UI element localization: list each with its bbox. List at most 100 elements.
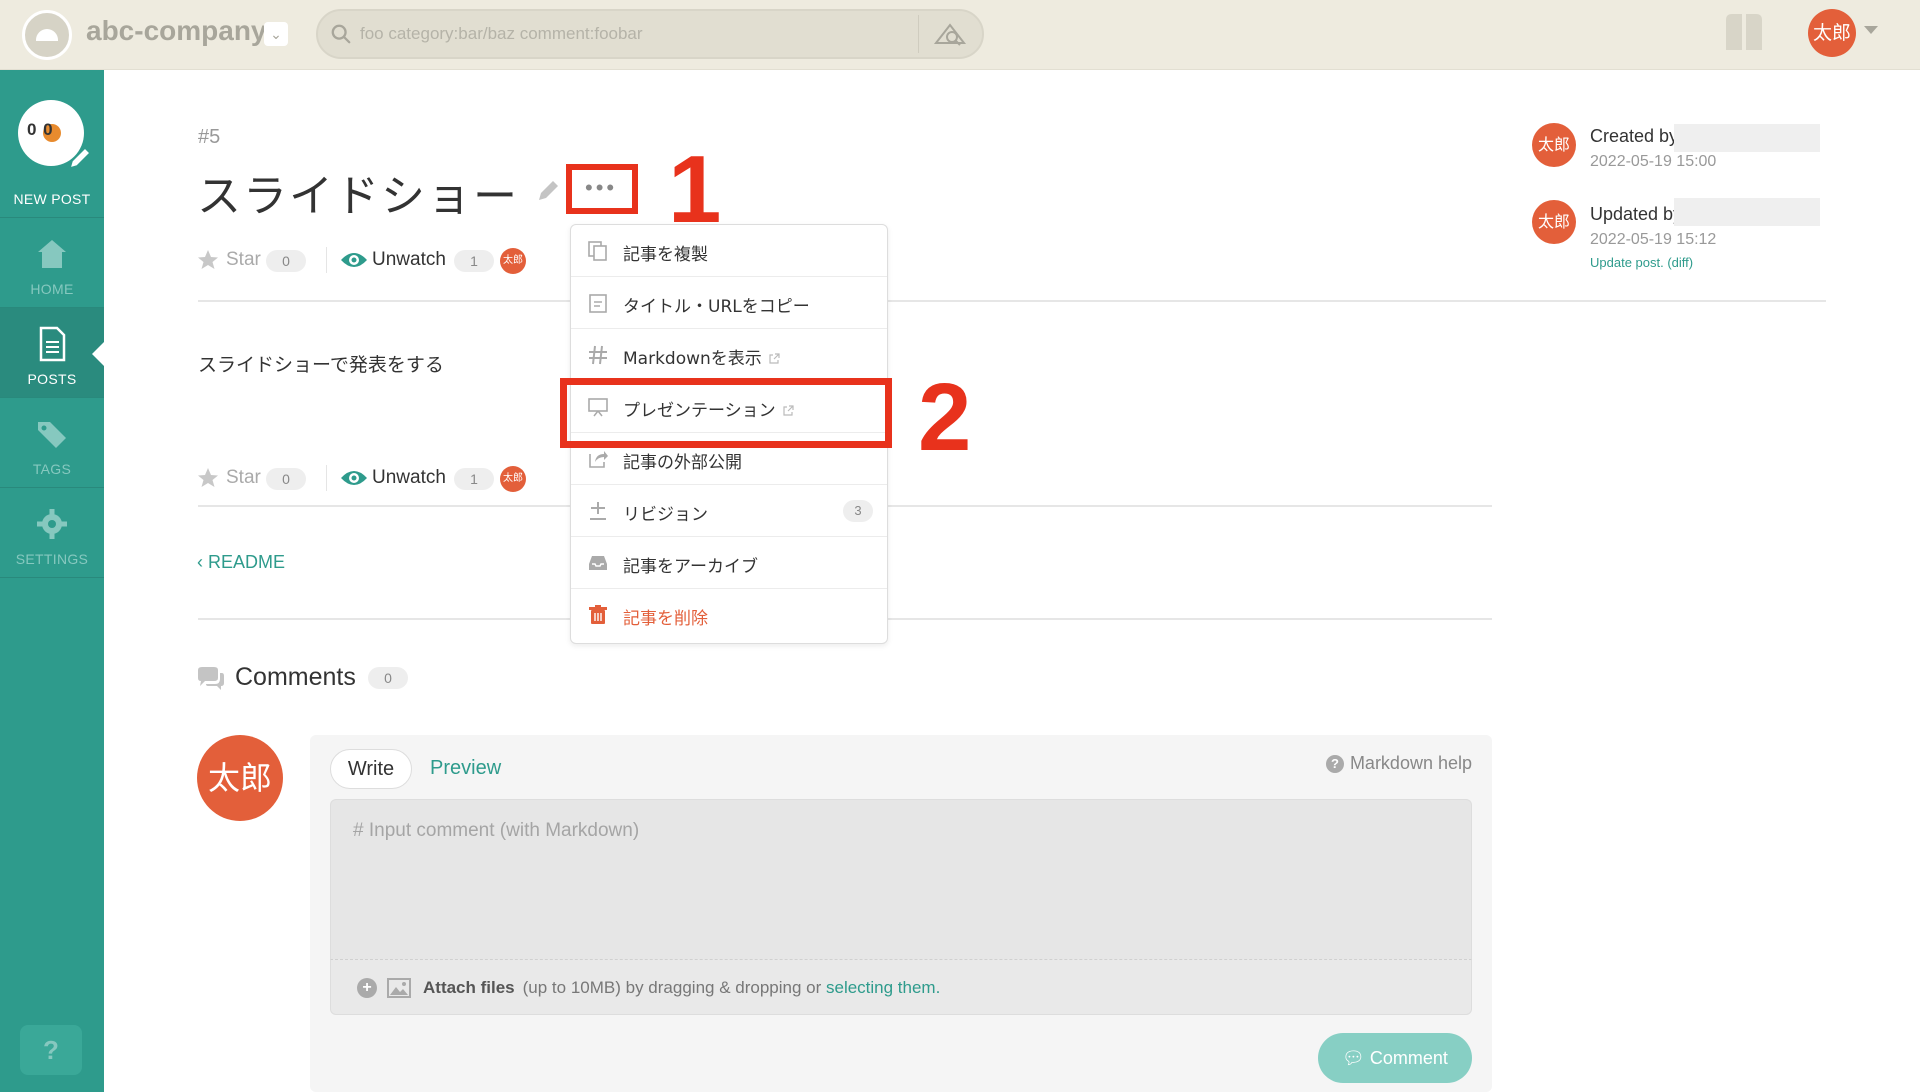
watch-count: 1 bbox=[454, 250, 494, 272]
markdown-help-label: Markdown help bbox=[1349, 753, 1472, 773]
advanced-search-icon[interactable] bbox=[932, 19, 968, 49]
plus-circle-icon[interactable]: + bbox=[357, 978, 377, 998]
updater-avatar[interactable]: 太郎 bbox=[1532, 200, 1576, 244]
home-icon bbox=[38, 240, 66, 268]
menu-item-delete[interactable]: 記事を削除 bbox=[571, 589, 887, 641]
team-switcher-chevron-icon[interactable]: ⌄ bbox=[264, 22, 288, 46]
eye-icon[interactable] bbox=[340, 467, 368, 489]
archive-icon bbox=[589, 556, 607, 570]
comment-submit-label: Comment bbox=[1369, 1048, 1448, 1068]
bookmark-icon[interactable] bbox=[1722, 10, 1766, 54]
menu-item-label: タイトル・URLをコピー bbox=[623, 297, 810, 317]
watcher-avatar[interactable]: 太郎 bbox=[500, 466, 526, 492]
trash-icon bbox=[589, 605, 607, 624]
top-bar: abc-company ⌄ 太郎 bbox=[0, 0, 1920, 70]
annotation-number-2: 2 bbox=[918, 364, 972, 471]
post-body: スライドショーで発表をする bbox=[198, 354, 444, 376]
comments-count: 0 bbox=[368, 667, 408, 689]
sidebar-item-settings[interactable]: SETTINGS bbox=[0, 488, 104, 578]
markdown-help-link[interactable]: ? Markdown help bbox=[1325, 753, 1472, 774]
sidebar-item-home[interactable]: HOME bbox=[0, 218, 104, 308]
menu-item-revisions[interactable]: リビジョン 3 bbox=[571, 485, 887, 537]
annotation-box-1 bbox=[566, 164, 638, 214]
redacted-updater bbox=[1674, 198, 1820, 226]
new-post-face: 0 0 bbox=[27, 120, 54, 139]
attach-description: (up to 10MB) by dragging & dropping or bbox=[522, 978, 826, 997]
star-label[interactable]: Star bbox=[226, 467, 261, 489]
edit-pencil-icon[interactable] bbox=[536, 177, 562, 203]
clipboard-icon bbox=[589, 294, 607, 313]
watch-count: 1 bbox=[454, 468, 494, 490]
sidebar: 0 0 NEW POST HOME POSTS TAGS SETTINGS ? bbox=[0, 70, 104, 1092]
menu-item-label: Markdownを表示 bbox=[623, 344, 780, 369]
creator-avatar[interactable]: 太郎 bbox=[1532, 123, 1576, 167]
menu-item-label: 記事の外部公開 bbox=[623, 453, 742, 473]
search-bar bbox=[316, 9, 984, 59]
star-icon[interactable] bbox=[196, 466, 220, 490]
post-number: #5 bbox=[198, 126, 221, 148]
user-avatar[interactable]: 太郎 bbox=[1808, 9, 1856, 57]
menu-item-archive[interactable]: 記事をアーカイブ bbox=[571, 537, 887, 589]
search-input[interactable] bbox=[360, 11, 920, 57]
external-link-icon bbox=[769, 353, 780, 364]
posts-icon bbox=[39, 326, 66, 362]
updated-by-label: Updated by bbox=[1590, 204, 1683, 224]
menu-item-label: 記事をアーカイブ bbox=[623, 557, 758, 577]
created-date: 2022-05-19 15:00 bbox=[1590, 153, 1717, 170]
gear-icon bbox=[37, 509, 67, 539]
comment-submit-button[interactable]: 💬︎ Comment bbox=[1318, 1033, 1472, 1083]
sidebar-item-posts[interactable]: POSTS bbox=[0, 308, 104, 398]
sidebar-new-post[interactable]: 0 0 NEW POST bbox=[0, 70, 104, 218]
menu-item-label: 記事を複製 bbox=[623, 245, 708, 265]
watcher-avatar[interactable]: 太郎 bbox=[500, 248, 526, 274]
comment-input[interactable] bbox=[330, 799, 1472, 959]
help-circle-icon: ? bbox=[1325, 755, 1344, 773]
menu-item-label: リビジョン bbox=[623, 505, 708, 525]
created-by-label: Created by bbox=[1590, 126, 1679, 146]
search-divider bbox=[918, 15, 919, 53]
menu-item-show-markdown[interactable]: Markdownを表示 bbox=[571, 329, 887, 381]
tags-icon bbox=[38, 422, 66, 448]
star-label[interactable]: Star bbox=[226, 249, 261, 271]
search-icon bbox=[331, 24, 351, 44]
page-title: スライドショー bbox=[197, 171, 519, 222]
active-indicator bbox=[92, 342, 104, 366]
divider bbox=[198, 300, 1826, 302]
sidebar-item-tags[interactable]: TAGS bbox=[0, 398, 104, 488]
team-name[interactable]: abc-company bbox=[86, 15, 267, 47]
tab-write[interactable]: Write bbox=[330, 749, 412, 789]
share-icon bbox=[589, 451, 608, 468]
menu-item-copy-title-url[interactable]: タイトル・URLをコピー bbox=[571, 277, 887, 329]
speech-bubble-icon: 💬︎ bbox=[1342, 1048, 1370, 1068]
eye-icon[interactable] bbox=[340, 249, 368, 271]
comment-author-avatar[interactable]: 太郎 bbox=[197, 735, 283, 821]
unwatch-label[interactable]: Unwatch bbox=[372, 249, 446, 271]
select-files-link[interactable]: selecting them. bbox=[826, 978, 940, 997]
revision-count-badge: 3 bbox=[843, 500, 873, 522]
comment-form: Write Preview ? Markdown help + Attach fi… bbox=[310, 735, 1492, 1092]
star-count: 0 bbox=[266, 250, 306, 272]
tab-preview[interactable]: Preview bbox=[430, 757, 501, 780]
team-logo[interactable] bbox=[22, 10, 72, 60]
hash-icon bbox=[589, 345, 607, 365]
revision-icon bbox=[590, 502, 606, 520]
help-button[interactable]: ? bbox=[20, 1025, 82, 1075]
user-menu-chevron-icon[interactable] bbox=[1864, 26, 1878, 34]
comments-title: Comments bbox=[235, 663, 356, 691]
menu-item-duplicate[interactable]: 記事を複製 bbox=[571, 225, 887, 277]
divider bbox=[326, 465, 327, 491]
update-diff-link[interactable]: Update post. (diff) bbox=[1590, 255, 1693, 270]
attach-files-bar[interactable]: + Attach files (up to 10MB) by dragging &… bbox=[330, 959, 1472, 1015]
sidebar-item-label: TAGS bbox=[32, 461, 72, 477]
image-icon[interactable] bbox=[387, 978, 411, 998]
menu-item-text: Markdownを表示 bbox=[623, 349, 762, 369]
comments-icon bbox=[198, 667, 224, 690]
readme-link[interactable]: ‹ README bbox=[197, 552, 285, 573]
attach-text: Attach files (up to 10MB) by dragging & d… bbox=[423, 978, 940, 998]
star-count: 0 bbox=[266, 468, 306, 490]
star-icon[interactable] bbox=[196, 248, 220, 272]
unwatch-label[interactable]: Unwatch bbox=[372, 467, 446, 489]
attach-label: Attach files bbox=[423, 978, 515, 997]
sidebar-item-label: HOME bbox=[30, 281, 74, 297]
copy-icon bbox=[588, 241, 607, 261]
